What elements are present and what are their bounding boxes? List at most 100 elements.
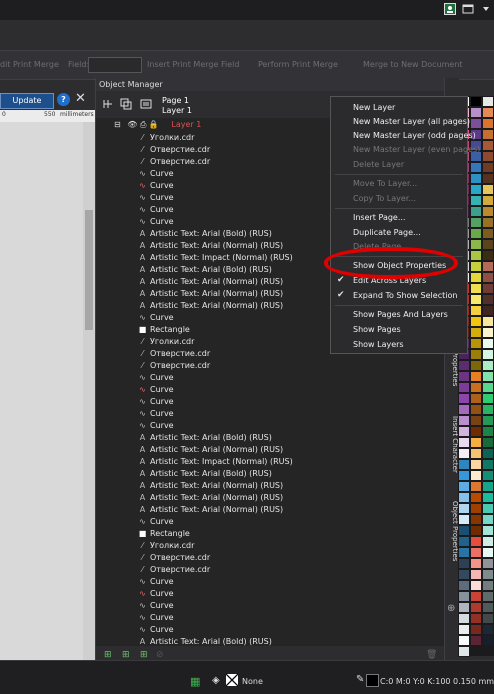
color-swatch[interactable] [470, 162, 482, 173]
tree-item[interactable]: ∿ Curve [138, 384, 173, 396]
color-swatch[interactable] [470, 525, 482, 536]
color-swatch[interactable] [482, 173, 494, 184]
color-proof-icon[interactable]: ▦ [190, 675, 200, 688]
color-swatch[interactable] [470, 613, 482, 624]
tree-item[interactable]: ⁄ Отверстие.cdr [138, 552, 210, 564]
drawing-area[interactable]: Update ? ✕ 0 550 millimeters [0, 90, 95, 660]
color-swatch[interactable] [482, 503, 494, 514]
tree-item[interactable]: ∿ Curve [138, 204, 173, 216]
color-swatch[interactable] [482, 635, 494, 646]
color-swatch[interactable] [482, 382, 494, 393]
color-swatch[interactable] [470, 404, 482, 415]
color-swatch[interactable] [458, 624, 470, 635]
color-swatch[interactable] [470, 371, 482, 382]
color-swatch[interactable] [470, 217, 482, 228]
color-swatch[interactable] [458, 525, 470, 536]
color-swatch[interactable] [458, 503, 470, 514]
color-swatch[interactable] [470, 195, 482, 206]
color-swatch[interactable] [458, 459, 470, 470]
color-swatch[interactable] [458, 646, 470, 657]
outline-swatch[interactable] [366, 674, 379, 687]
color-swatch[interactable] [458, 514, 470, 525]
color-swatch[interactable] [482, 294, 494, 305]
color-swatch[interactable] [470, 426, 482, 437]
color-swatch[interactable] [470, 624, 482, 635]
color-swatch[interactable] [482, 250, 494, 261]
menu-new-master-layer-odd[interactable]: New Master Layer (odd pages) [353, 131, 476, 140]
tree-item[interactable]: A Artistic Text: Arial (Normal) (RUS) [138, 288, 283, 300]
tree-item[interactable]: ⁄ Отверстие.cdr [138, 564, 210, 576]
color-swatch[interactable] [482, 536, 494, 547]
color-swatch[interactable] [482, 547, 494, 558]
tree-item[interactable]: ∿ Curve [138, 612, 173, 624]
color-swatch[interactable] [482, 470, 494, 481]
insert-character-tab[interactable]: Insert Character [445, 408, 459, 480]
close-icon[interactable]: ✕ [75, 91, 86, 106]
color-swatch[interactable] [470, 118, 482, 129]
color-swatch[interactable] [470, 415, 482, 426]
tree-item[interactable]: ∿ Curve [138, 312, 173, 324]
tree-item[interactable]: A Artistic Text: Arial (Normal) (RUS) [138, 300, 283, 312]
color-swatch[interactable] [482, 272, 494, 283]
color-swatch[interactable] [482, 239, 494, 250]
color-swatch[interactable] [458, 415, 470, 426]
color-swatch[interactable] [470, 349, 482, 360]
color-swatch[interactable] [458, 580, 470, 591]
menu-show-layers[interactable]: Show Layers [353, 340, 404, 349]
color-swatch[interactable] [482, 404, 494, 415]
delete-icon[interactable]: 🗑 [426, 650, 438, 660]
color-swatch[interactable] [458, 602, 470, 613]
tree-item[interactable]: ⁄ Уголки.cdr [138, 336, 195, 348]
color-swatch[interactable] [482, 514, 494, 525]
tree-item[interactable]: ⁄ Отверстие.cdr [138, 144, 210, 156]
color-swatch[interactable] [482, 283, 494, 294]
color-swatch[interactable] [470, 261, 482, 272]
color-swatch[interactable] [470, 569, 482, 580]
menu-duplicate-page[interactable]: Duplicate Page... [353, 228, 421, 237]
color-swatch[interactable] [458, 613, 470, 624]
color-swatch[interactable] [458, 492, 470, 503]
color-swatch[interactable] [482, 437, 494, 448]
color-swatch[interactable] [482, 129, 494, 140]
color-swatch[interactable] [482, 448, 494, 459]
menu-new-master-layer-all[interactable]: New Master Layer (all pages) [353, 117, 470, 126]
tree-item[interactable]: ∿ Curve [138, 180, 173, 192]
insert-print-merge-field-button[interactable]: Insert Print Merge Field [147, 60, 239, 69]
color-swatch[interactable] [482, 459, 494, 470]
tree-item[interactable]: A Artistic Text: Arial (Normal) (RUS) [138, 240, 283, 252]
object-properties-tab[interactable]: Object Properties [445, 496, 459, 566]
new-master-layer-icon[interactable]: ⊞ [140, 650, 152, 660]
color-swatch[interactable] [458, 437, 470, 448]
color-swatch[interactable] [482, 338, 494, 349]
color-swatch[interactable] [482, 140, 494, 151]
color-swatch[interactable] [470, 602, 482, 613]
color-swatch[interactable] [482, 613, 494, 624]
color-swatch[interactable] [482, 162, 494, 173]
color-swatch[interactable] [470, 536, 482, 547]
color-swatch[interactable] [458, 547, 470, 558]
color-swatch[interactable] [470, 492, 482, 503]
color-swatch[interactable] [482, 316, 494, 327]
tree-item[interactable]: ∿ Curve [138, 516, 173, 528]
color-swatch[interactable] [458, 393, 470, 404]
menu-insert-page[interactable]: Insert Page... [353, 213, 405, 222]
color-swatch[interactable] [482, 184, 494, 195]
tree-item[interactable]: A Artistic Text: Arial (Normal) (RUS) [138, 492, 283, 504]
color-swatch[interactable] [482, 206, 494, 217]
color-swatch[interactable] [470, 547, 482, 558]
color-swatch[interactable] [458, 426, 470, 437]
edit-across-layers-icon[interactable] [140, 98, 152, 110]
tree-item[interactable]: A Artistic Text: Arial (Normal) (RUS) [138, 276, 283, 288]
menu-expand-to-show-selection[interactable]: Expand To Show Selection [353, 291, 457, 300]
color-swatch[interactable] [482, 580, 494, 591]
color-swatch[interactable] [470, 448, 482, 459]
color-swatch[interactable] [470, 514, 482, 525]
color-swatch[interactable] [470, 316, 482, 327]
color-swatch[interactable] [482, 591, 494, 602]
color-swatch[interactable] [482, 371, 494, 382]
tree-item[interactable]: ■ Rectangle [138, 528, 190, 540]
menu-show-pages-and-layers[interactable]: Show Pages And Layers [353, 310, 448, 319]
color-swatch[interactable] [470, 591, 482, 602]
edit-print-merge-button[interactable]: dit Print Merge [0, 60, 59, 69]
tree-item[interactable]: ∿ Curve [138, 168, 173, 180]
